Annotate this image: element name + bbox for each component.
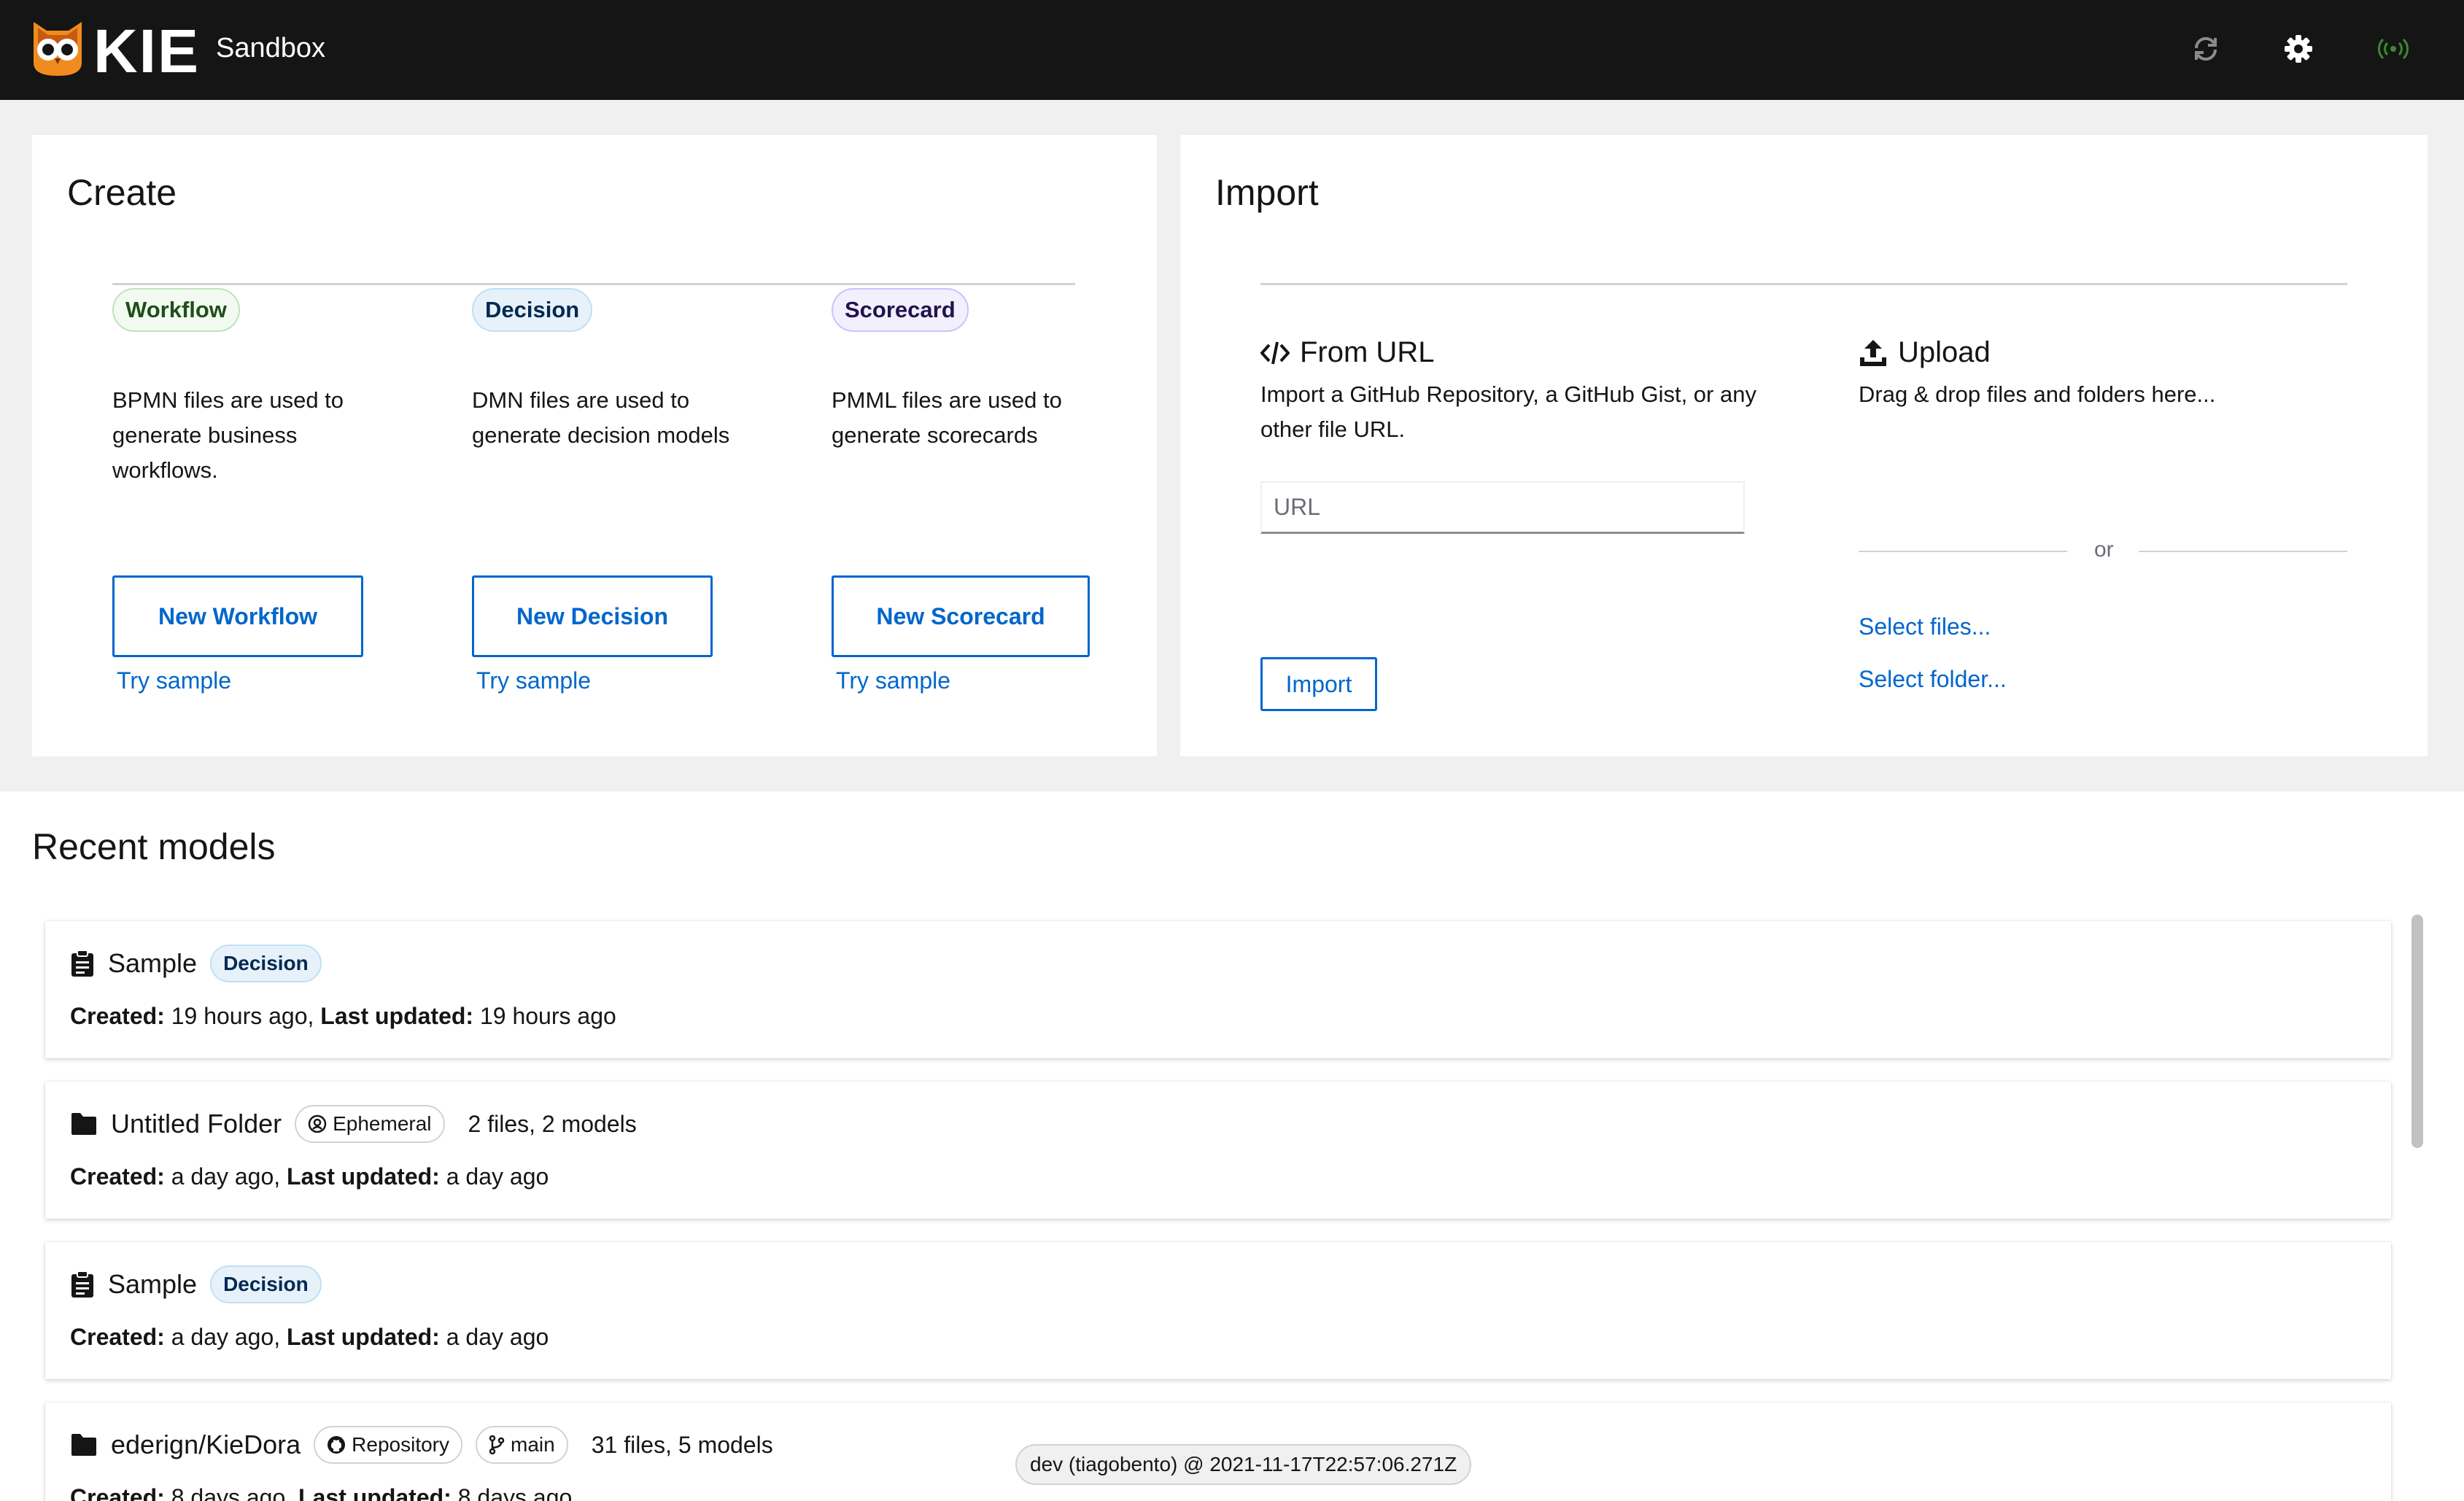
code-branch-icon: [489, 1435, 505, 1454]
recent-model-card[interactable]: Sample Decision Created: 19 hours ago, L…: [45, 921, 2391, 1058]
workflow-try-sample-link[interactable]: Try sample: [117, 667, 231, 694]
model-name[interactable]: ederign/KieDora: [111, 1430, 301, 1460]
create-title: Create: [67, 172, 177, 213]
updated-label: Last updated:: [287, 1324, 440, 1350]
model-card-header: ederign/KieDora Repository main 31 files…: [70, 1426, 773, 1464]
decision-try-sample-link[interactable]: Try sample: [476, 667, 591, 694]
import-title: Import: [1215, 172, 1319, 213]
brand-name[interactable]: KIE: [93, 16, 200, 87]
model-dates: Created: a day ago, Last updated: a day …: [70, 1324, 549, 1351]
ephemeral-icon: [308, 1114, 327, 1133]
model-file-count: 2 files, 2 models: [468, 1110, 637, 1137]
new-scorecard-button[interactable]: New Scorecard: [832, 575, 1090, 657]
scorecard-try-sample-link[interactable]: Try sample: [836, 667, 950, 694]
or-divider-right: [2139, 551, 2347, 552]
select-folder-link[interactable]: Select folder...: [1859, 666, 2007, 693]
from-url-description: Import a GitHub Repository, a GitHub Gis…: [1260, 381, 1756, 442]
or-divider-left: [1859, 551, 2067, 552]
updated-value: a day ago: [439, 1163, 549, 1190]
connection-status-icon[interactable]: [2376, 32, 2410, 66]
model-type-tag: Decision: [210, 945, 322, 982]
model-name[interactable]: Untitled Folder: [111, 1109, 282, 1139]
model-file-count: 31 files, 5 models: [591, 1431, 773, 1458]
create-divider: [112, 283, 1075, 285]
model-card-header: Untitled Folder Ephemeral 2 files, 2 mod…: [70, 1105, 637, 1143]
new-workflow-button[interactable]: New Workflow: [112, 575, 363, 657]
recent-model-card[interactable]: Untitled Folder Ephemeral 2 files, 2 mod…: [45, 1082, 2391, 1219]
code-icon: [1260, 341, 1290, 364]
model-dates: Created: a day ago, Last updated: a day …: [70, 1163, 549, 1190]
model-card-header: Sample Decision: [70, 945, 322, 982]
model-dates: Created: 8 days ago, Last updated: 8 day…: [70, 1484, 572, 1501]
import-divider: [1260, 283, 2347, 285]
repository-tag: Repository: [314, 1426, 462, 1464]
created-label: Created:: [70, 1324, 165, 1350]
folder-icon: [71, 1113, 96, 1135]
scorecard-label: Scorecard: [832, 288, 969, 332]
decision-label: Decision: [472, 288, 593, 332]
recent-model-card[interactable]: Sample Decision Created: a day ago, Last…: [45, 1242, 2391, 1379]
github-icon: [328, 1436, 346, 1454]
import-card: Import From URL Import a GitHub Reposito…: [1180, 135, 2428, 756]
from-url-title: From URL: [1300, 336, 1435, 368]
create-decision-column: Decision: [472, 288, 593, 332]
sync-icon[interactable]: [2189, 32, 2223, 66]
dates-separator: ,: [274, 1324, 287, 1350]
upload-dropzone-text[interactable]: Drag & drop files and folders here...: [1859, 377, 2369, 412]
created-value: a day ago: [164, 1324, 274, 1350]
workflow-label: Workflow: [112, 288, 240, 332]
create-import-section: Create Workflow BPMN files are used to g…: [0, 100, 2464, 791]
created-value: 8 days ago: [164, 1484, 286, 1501]
updated-value: 19 hours ago: [473, 1003, 616, 1029]
dates-separator: ,: [274, 1163, 287, 1190]
model-name[interactable]: Sample: [108, 1269, 197, 1300]
upload-title: Upload: [1898, 336, 1991, 368]
create-card: Create Workflow BPMN files are used to g…: [32, 135, 1157, 756]
created-label: Created:: [70, 1163, 165, 1190]
workflow-description: BPMN files are used to generate business…: [112, 387, 344, 483]
model-name[interactable]: Sample: [108, 948, 197, 979]
file-icon: [71, 950, 93, 977]
created-value: a day ago: [164, 1163, 274, 1190]
brand-subtitle: Sandbox: [216, 33, 326, 63]
create-scorecard-column: Scorecard: [832, 288, 969, 332]
masthead: KIE Sandbox: [0, 0, 2464, 100]
scorecard-description: PMML files are used to generate scorecar…: [832, 387, 1062, 448]
url-input[interactable]: [1260, 481, 1745, 534]
upload-icon: [1860, 339, 1886, 366]
repository-tag-label: Repository: [352, 1433, 449, 1456]
folder-icon: [71, 1434, 96, 1456]
gear-icon[interactable]: [2282, 32, 2315, 66]
created-value: 19 hours ago: [164, 1003, 308, 1029]
create-workflow-column: Workflow: [112, 288, 240, 332]
model-type-tag: Decision: [210, 1265, 322, 1303]
decision-description: DMN files are used to generate decision …: [472, 387, 730, 448]
updated-label: Last updated:: [298, 1484, 452, 1501]
kie-owl-logo[interactable]: [31, 20, 85, 77]
from-url-heading: From URL: [1260, 336, 1434, 369]
updated-label: Last updated:: [287, 1163, 440, 1190]
dates-separator: ,: [307, 1003, 321, 1029]
model-dates: Created: 19 hours ago, Last updated: 19 …: [70, 1003, 616, 1030]
dates-separator: ,: [285, 1484, 299, 1501]
updated-label: Last updated:: [320, 1003, 474, 1029]
updated-value: 8 days ago: [451, 1484, 573, 1501]
upload-heading: Upload: [1859, 336, 1991, 369]
recent-models-title: Recent models: [32, 826, 276, 867]
import-button[interactable]: Import: [1260, 657, 1377, 711]
branch-tag-label: main: [511, 1433, 555, 1456]
or-text: or: [2094, 538, 2114, 562]
branch-tag: main: [476, 1426, 568, 1464]
new-decision-button[interactable]: New Decision: [472, 575, 713, 657]
created-label: Created:: [70, 1003, 165, 1029]
version-badge: dev (tiagobento) @ 2021-11-17T22:57:06.2…: [1015, 1444, 1472, 1485]
ephemeral-tag-label: Ephemeral: [333, 1112, 432, 1135]
updated-value: a day ago: [439, 1324, 549, 1350]
model-card-header: Sample Decision: [70, 1265, 322, 1303]
created-label: Created:: [70, 1484, 165, 1501]
ephemeral-tag: Ephemeral: [295, 1105, 445, 1143]
select-files-link[interactable]: Select files...: [1859, 613, 1991, 640]
scrollbar-thumb[interactable]: [2411, 915, 2423, 1148]
file-icon: [71, 1271, 93, 1298]
